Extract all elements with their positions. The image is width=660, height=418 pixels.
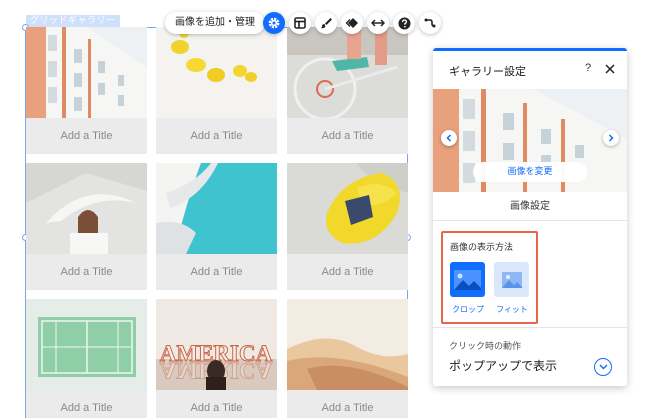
help-icon[interactable]: ? [585, 62, 591, 74]
design-button[interactable] [315, 12, 337, 34]
gallery-settings-panel: ギャラリー設定 ? 画像を変更 画像設定 画像の表示方法 クロップ フィット ク… [433, 48, 627, 386]
panel-divider [433, 327, 627, 328]
crop-option-label[interactable]: クロップ [446, 304, 490, 315]
gallery-image-america-sign: AMERICA AMERICA [156, 299, 277, 390]
gallery-item[interactable]: Add a Title [26, 27, 147, 154]
crop-image-icon [454, 269, 481, 290]
gallery-image-desert [287, 299, 408, 390]
click-action-dropdown-button[interactable] [594, 358, 612, 376]
brush-icon [320, 18, 332, 29]
gallery-item[interactable]: Add a Title [287, 163, 408, 290]
layout-icon [294, 17, 306, 29]
click-action-dropdown[interactable]: ポップアップで表示 [449, 357, 557, 374]
panel-header: ギャラリー設定 ? [433, 51, 627, 89]
fit-option[interactable] [494, 262, 529, 297]
fit-image-icon [501, 271, 522, 288]
next-image-button[interactable] [603, 130, 619, 146]
panel-title: ギャラリー設定 [449, 65, 526, 78]
click-action-label: クリック時の動作 [449, 342, 522, 352]
gallery-item[interactable]: Add a Title [156, 27, 277, 154]
gallery-image-tennis-court [26, 299, 147, 390]
gallery-item-title[interactable]: Add a Title [26, 118, 147, 154]
gallery-item-title[interactable]: Add a Title [26, 390, 147, 418]
display-method-section: 画像の表示方法 クロップ フィット [441, 231, 538, 324]
gallery-image-architecture [156, 163, 277, 254]
help-icon [398, 17, 410, 29]
gallery-item-title[interactable]: Add a Title [287, 118, 408, 154]
manage-images-button[interactable]: 画像を追加・管理 [165, 12, 265, 34]
gallery-item-title[interactable]: Add a Title [156, 390, 277, 418]
gallery-item[interactable]: Add a Title [156, 163, 277, 290]
help-button[interactable] [393, 12, 415, 34]
image-settings-heading: 画像設定 [433, 192, 627, 221]
image-preview: 画像を変更 [433, 89, 627, 192]
change-image-button[interactable]: 画像を変更 [473, 162, 587, 182]
chevron-left-icon [446, 134, 452, 142]
stretch-button[interactable] [367, 12, 389, 34]
gallery-item[interactable]: Add a Title [26, 163, 147, 290]
gallery-item-title[interactable]: Add a Title [287, 390, 408, 418]
crop-option[interactable] [450, 262, 485, 297]
gallery-image-lemons [156, 27, 277, 118]
gallery-image-armchair [287, 163, 408, 254]
display-method-label: 画像の表示方法 [450, 243, 514, 253]
layout-button[interactable] [289, 12, 311, 34]
stretch-icon [371, 19, 385, 27]
settings-button[interactable] [263, 12, 285, 34]
gear-icon [268, 17, 280, 29]
connect-button[interactable] [419, 12, 441, 34]
gallery-item-title[interactable]: Add a Title [287, 254, 408, 290]
chevron-right-icon [608, 134, 614, 142]
gallery-image-building [26, 27, 147, 118]
chevron-down-icon [599, 364, 607, 370]
gallery-item[interactable]: AMERICA AMERICA Add a Title [156, 299, 277, 418]
previous-image-button[interactable] [441, 130, 457, 146]
gallery-image-woman-hat [26, 163, 147, 254]
gallery-item-title[interactable]: Add a Title [156, 254, 277, 290]
animation-icon [345, 18, 358, 28]
gallery-item-title[interactable]: Add a Title [26, 254, 147, 290]
connect-icon [424, 18, 436, 28]
gallery-item[interactable]: Add a Title [287, 299, 408, 418]
fit-option-label[interactable]: フィット [490, 304, 534, 315]
gallery-image-bicycle [287, 27, 408, 118]
gallery-item[interactable]: Add a Title [26, 299, 147, 418]
animation-button[interactable] [341, 12, 363, 34]
close-icon[interactable] [604, 63, 616, 75]
gallery-item-title[interactable]: Add a Title [156, 118, 277, 154]
gallery-item[interactable]: Add a Title [287, 27, 408, 154]
